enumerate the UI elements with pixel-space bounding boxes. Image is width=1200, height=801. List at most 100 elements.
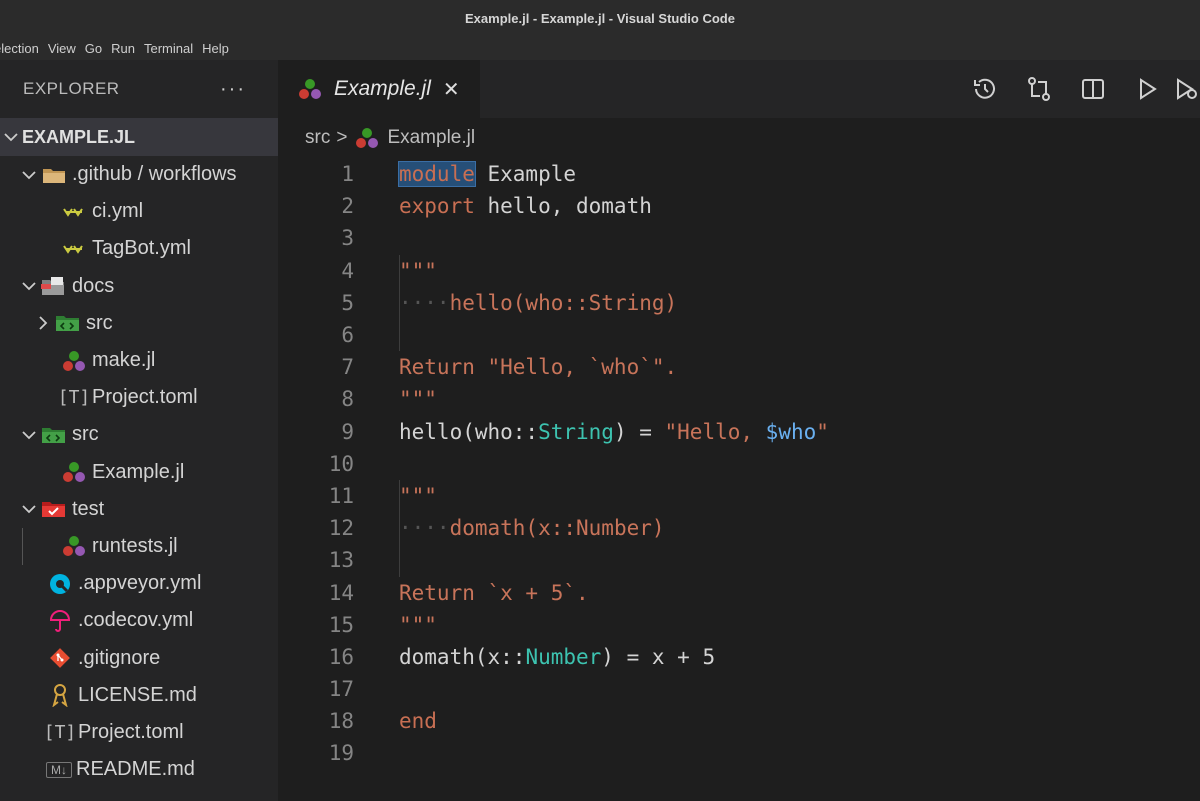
- more-actions-icon[interactable]: ···: [220, 78, 246, 101]
- line-number: 4: [341, 258, 354, 283]
- tree-file-tagbot-yml[interactable]: TagBot.yml: [0, 230, 278, 267]
- code-line: 10: [278, 448, 1200, 480]
- tab-example-jl[interactable]: Example.jl ✕: [278, 60, 480, 118]
- menu-go[interactable]: Go: [85, 41, 102, 56]
- breadcrumb-separator: >: [336, 127, 348, 148]
- tree-label: Project.toml: [92, 386, 198, 409]
- code-editor[interactable]: 1 module Example 2 export hello, domath 3 …: [278, 158, 1200, 770]
- code-token: "Hello,: [664, 419, 766, 444]
- tree-label: ci.yml: [92, 200, 144, 223]
- tree-label: TagBot.yml: [92, 237, 191, 260]
- code-token: """: [399, 612, 437, 637]
- code-line: 9 hello(who:: String) = "Hello, $who ": [278, 416, 1200, 448]
- menu-view[interactable]: View: [48, 41, 76, 56]
- tree-folder-docs[interactable]: docs: [0, 268, 278, 305]
- tree-label: src: [86, 311, 113, 334]
- tree-label: Project.toml: [78, 720, 184, 743]
- tree-file-codecov[interactable]: .codecov.yml: [0, 602, 278, 639]
- docs-folder-icon: [40, 274, 68, 298]
- tree-label: Example.jl: [92, 460, 185, 483]
- whitespace-marker: ····: [399, 516, 450, 541]
- codecov-icon: [46, 609, 74, 633]
- code-line: 8 """: [278, 383, 1200, 415]
- tree-file-project-toml[interactable]: [T] Project.toml: [0, 714, 278, 751]
- tree-label: LICENSE.md: [78, 683, 197, 706]
- workspace-root-label: EXAMPLE.JL: [22, 126, 136, 147]
- window-title: Example.jl - Example.jl - Visual Studio …: [465, 10, 735, 26]
- yaml-icon: [60, 200, 88, 224]
- chevron-down-icon: [18, 170, 40, 180]
- window-title-bar: Example.jl - Example.jl - Visual Studio …: [0, 0, 1200, 36]
- menu-run[interactable]: Run: [111, 41, 135, 56]
- menu-help[interactable]: Help: [202, 41, 229, 56]
- tree-folder-docs-src[interactable]: src: [0, 305, 278, 342]
- editor-area: Example.jl ✕ src > Example.jl 1 module E…: [278, 60, 1200, 801]
- tree-file-example-jl[interactable]: Example.jl: [0, 454, 278, 491]
- folder-icon: [40, 163, 68, 187]
- code-line: 2 export hello, domath: [278, 190, 1200, 222]
- line-number: 6: [341, 323, 354, 348]
- julia-icon: [60, 349, 88, 373]
- tree-file-gitignore[interactable]: .gitignore: [0, 639, 278, 676]
- code-token: String: [538, 419, 614, 444]
- tree-file-readme[interactable]: M↓ README.md: [0, 751, 278, 788]
- editor-actions: [958, 60, 1200, 118]
- chevron-down-icon: [18, 504, 40, 514]
- line-number: 15: [328, 612, 354, 637]
- tree-label: README.md: [76, 758, 195, 781]
- code-line: 5 ···· hello(who::String): [278, 287, 1200, 319]
- test-folder-icon: [40, 497, 68, 521]
- tree-file-runtests-jl[interactable]: runtests.jl: [0, 527, 278, 565]
- tree-file-license[interactable]: LICENSE.md: [0, 677, 278, 714]
- code-token: ": [816, 419, 829, 444]
- code-line: 6: [278, 319, 1200, 351]
- code-line: 11 """: [278, 480, 1200, 512]
- line-number: 17: [328, 677, 354, 702]
- markdown-icon: M↓: [46, 761, 72, 778]
- code-token: hello(who::: [399, 419, 539, 444]
- tree-folder-test[interactable]: test: [0, 491, 278, 528]
- tab-bar: Example.jl ✕: [278, 60, 1200, 118]
- julia-icon: [60, 460, 88, 484]
- code-token: """: [399, 258, 437, 283]
- line-number: 14: [328, 580, 354, 605]
- tree-folder-src[interactable]: src: [0, 416, 278, 453]
- indent-guide: [22, 527, 23, 565]
- tree-file-ci-yml[interactable]: ci.yml: [0, 193, 278, 230]
- compare-changes-icon[interactable]: [1012, 76, 1066, 102]
- line-number: 13: [328, 548, 354, 573]
- julia-icon: [296, 77, 324, 101]
- line-number: 8: [341, 387, 354, 412]
- line-number: 11: [328, 483, 354, 508]
- code-token: Return `x + 5`.: [399, 580, 589, 605]
- tree-label: .github / workflows: [72, 163, 237, 186]
- code-token: """: [399, 483, 437, 508]
- close-icon[interactable]: ✕: [443, 77, 460, 102]
- code-line: 12 ···· domath(x::Number): [278, 512, 1200, 544]
- tree-label: docs: [72, 274, 115, 297]
- julia-icon: [353, 126, 381, 150]
- tree-folder-github[interactable]: .github / workflows: [0, 156, 278, 193]
- code-token: hello, domath: [474, 194, 652, 219]
- menu-terminal[interactable]: Terminal: [144, 41, 193, 56]
- tree-file-docs-project-toml[interactable]: [T] Project.toml: [0, 379, 278, 416]
- workspace-root[interactable]: EXAMPLE.JL: [0, 118, 278, 156]
- code-line: 14 Return `x + 5`.: [278, 576, 1200, 608]
- debug-icon[interactable]: [1174, 76, 1200, 102]
- timeline-icon[interactable]: [958, 76, 1012, 102]
- breadcrumb-folder[interactable]: src: [305, 127, 330, 149]
- line-number: 9: [341, 419, 354, 444]
- breadcrumb-file[interactable]: Example.jl: [387, 127, 475, 149]
- menu-selection[interactable]: election: [0, 41, 39, 56]
- yaml-icon: [60, 237, 88, 261]
- tree-file-make-jl[interactable]: make.jl: [0, 342, 278, 379]
- run-icon[interactable]: [1120, 76, 1174, 102]
- tree-file-appveyor[interactable]: .appveyor.yml: [0, 565, 278, 602]
- appveyor-icon: [46, 572, 74, 596]
- line-number: 7: [341, 355, 354, 380]
- code-token: module: [398, 161, 476, 188]
- code-token: Example: [474, 162, 577, 187]
- split-editor-icon[interactable]: [1066, 76, 1120, 102]
- code-line: 13: [278, 544, 1200, 576]
- code-token: domath(x::Number): [449, 516, 665, 541]
